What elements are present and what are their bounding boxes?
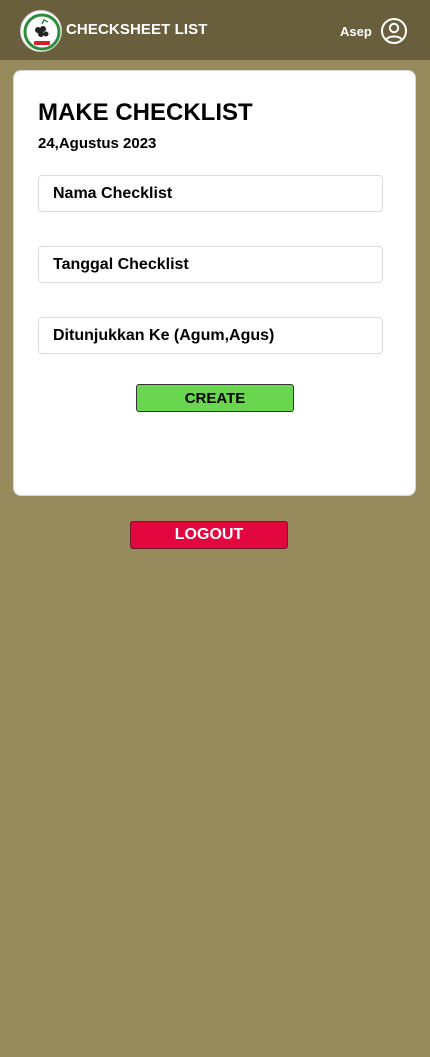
card-title: MAKE CHECKLIST (38, 99, 253, 126)
user-circle-icon[interactable] (380, 17, 408, 45)
nama-checklist-input[interactable] (38, 175, 383, 212)
create-button[interactable]: CREATE (136, 384, 294, 412)
app-title: CHECKSHEET LIST (66, 21, 208, 38)
logo-icon[interactable] (20, 10, 62, 52)
tanggal-checklist-input[interactable] (38, 246, 383, 283)
user-name[interactable]: Asep (340, 24, 372, 39)
make-checklist-card: MAKE CHECKLIST 24,Agustus 2023 CREATE (13, 70, 416, 496)
logout-button[interactable]: LOGOUT (130, 521, 288, 549)
card-date: 24,Agustus 2023 (38, 135, 157, 152)
top-header: CHECKSHEET LIST Asep (0, 0, 430, 60)
ditunjukkan-ke-input[interactable] (38, 317, 383, 354)
